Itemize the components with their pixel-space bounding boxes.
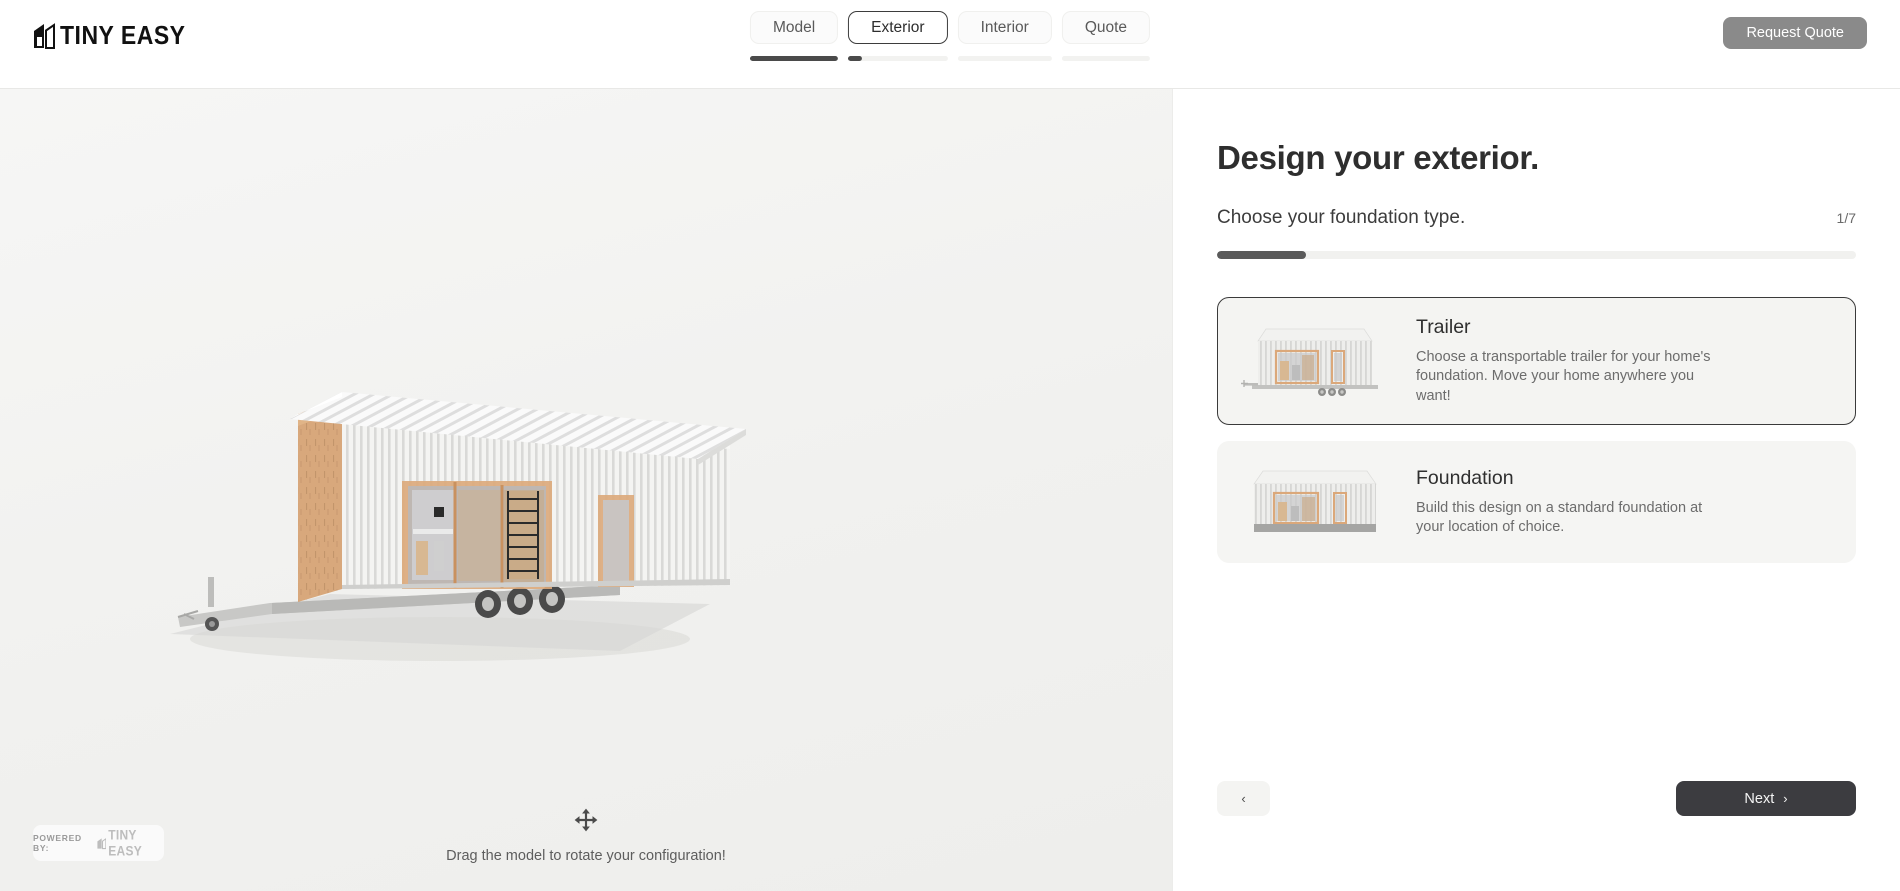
back-button[interactable]: ‹ [1217,781,1270,816]
step-progress-bar [1217,251,1856,259]
foundation-options: Trailer Choose a transportable trailer f… [1217,297,1856,563]
tab-exterior-wrap: Exterior [848,11,948,61]
tab-interior[interactable]: Interior [957,11,1052,44]
house-logo-small-icon [97,837,107,849]
powered-by-badge: POWERED BY: TINY EASY [33,825,164,861]
step-counter: 1/7 [1836,210,1856,226]
chevron-left-icon: ‹ [1241,791,1246,806]
option-foundation[interactable]: Foundation Build this design on a standa… [1217,440,1856,563]
foundation-thumbnail [1240,460,1390,544]
tiny-home-foundation-thumbnail-icon [1253,470,1377,532]
powered-by-label: POWERED BY: [33,833,82,853]
chevron-right-icon: › [1783,791,1788,806]
trailer-body: Trailer Choose a transportable trailer f… [1398,316,1716,406]
foundation-body: Foundation Build this design on a standa… [1398,467,1716,538]
model-stage[interactable] [0,89,1172,789]
next-button-label: Next [1744,790,1775,807]
trailer-description: Choose a transportable trailer for your … [1416,349,1711,404]
tab-interior-wrap: Interior [957,11,1052,61]
drag-hint: Drag the model to rotate your configurat… [0,807,1172,864]
configurator-panel: Design your exterior. Choose your founda… [1172,89,1900,891]
tiny-home-trailer-thumbnail-icon [1241,328,1378,396]
panel-navigation: ‹ Next › [1217,781,1856,816]
model-viewport[interactable]: Drag the model to rotate your configurat… [0,89,1172,891]
app-header: TINY EASY Model Exterior Interior Quote … [0,0,1900,89]
house-logo-icon [34,22,55,49]
tab-quote-progress [1061,56,1151,61]
brand-logo-text: TINY EASY [60,20,186,50]
tab-quote-wrap: Quote [1061,11,1151,61]
trailer-thumbnail [1240,319,1390,403]
powered-by-logo: TINY EASY [97,827,164,859]
foundation-description: Build this design on a standard foundati… [1416,499,1703,535]
powered-by-brand: TINY EASY [108,827,143,859]
tab-interior-progress [957,56,1052,61]
page-title: Design your exterior. [1217,139,1539,176]
tab-model-progress [749,56,839,61]
request-quote-button[interactable]: Request Quote [1723,17,1867,49]
tiny-home-3d-model[interactable] [150,389,770,709]
move-arrows-icon [574,808,598,832]
step-tabs: Model Exterior Interior Quote [749,11,1151,61]
option-trailer[interactable]: Trailer Choose a transportable trailer f… [1217,297,1856,425]
tab-exterior[interactable]: Exterior [848,11,948,44]
tab-model[interactable]: Model [749,11,839,44]
trailer-title: Trailer [1416,316,1471,338]
brand-logo[interactable]: TINY EASY [33,20,186,50]
tab-quote[interactable]: Quote [1061,11,1151,44]
tab-model-wrap: Model [749,11,839,61]
step-subtitle-row: Choose your foundation type. 1/7 [1217,207,1856,229]
foundation-title: Foundation [1416,466,1514,489]
next-button[interactable]: Next › [1676,781,1856,816]
step-subtitle: Choose your foundation type. [1217,207,1466,228]
drag-hint-text: Drag the model to rotate your configurat… [446,848,726,864]
tab-exterior-progress [848,56,948,61]
